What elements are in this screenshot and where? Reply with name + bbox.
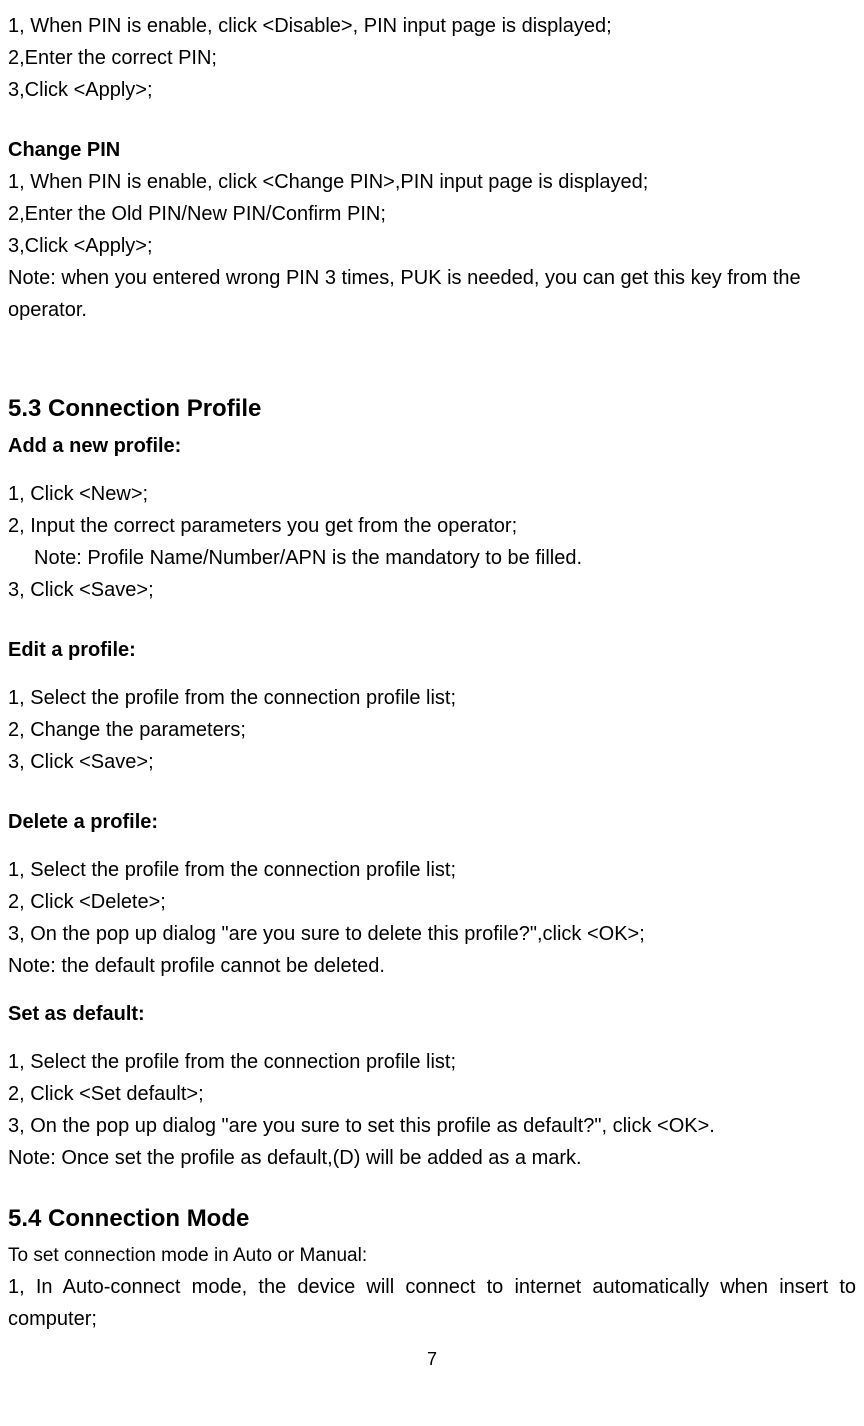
add-profile-step1: 1, Click <New>; bbox=[8, 478, 856, 510]
change-pin-step1: 1, When PIN is enable, click <Change PIN… bbox=[8, 166, 856, 198]
delete-profile-step2: 2, Click <Delete>; bbox=[8, 886, 856, 918]
edit-profile-step2: 2, Change the parameters; bbox=[8, 714, 856, 746]
add-profile-step2: 2, Input the correct parameters you get … bbox=[8, 510, 856, 542]
change-pin-title: Change PIN bbox=[8, 134, 856, 166]
pin-disable-step2: 2,Enter the correct PIN; bbox=[8, 42, 856, 74]
edit-profile-title: Edit a profile: bbox=[8, 634, 856, 666]
document-page: 1, When PIN is enable, click <Disable>, … bbox=[8, 10, 856, 1374]
page-number: 7 bbox=[8, 1345, 856, 1374]
delete-profile-step3: 3, On the pop up dialog "are you sure to… bbox=[8, 918, 856, 950]
add-profile-title: Add a new profile: bbox=[8, 430, 856, 462]
change-pin-note: Note: when you entered wrong PIN 3 times… bbox=[8, 262, 856, 326]
delete-profile-title: Delete a profile: bbox=[8, 806, 856, 838]
connection-mode-intro: To set connection mode in Auto or Manual… bbox=[8, 1241, 856, 1271]
pin-disable-step3: 3,Click <Apply>; bbox=[8, 74, 856, 106]
pin-disable-step1: 1, When PIN is enable, click <Disable>, … bbox=[8, 10, 856, 42]
add-profile-note: Note: Profile Name/Number/APN is the man… bbox=[8, 542, 856, 574]
set-default-note: Note: Once set the profile as default,(D… bbox=[8, 1142, 856, 1174]
change-pin-step2: 2,Enter the Old PIN/New PIN/Confirm PIN; bbox=[8, 198, 856, 230]
set-default-step1: 1, Select the profile from the connectio… bbox=[8, 1046, 856, 1078]
delete-profile-step1: 1, Select the profile from the connectio… bbox=[8, 854, 856, 886]
change-pin-step3: 3,Click <Apply>; bbox=[8, 230, 856, 262]
set-default-step2: 2, Click <Set default>; bbox=[8, 1078, 856, 1110]
add-profile-step3: 3, Click <Save>; bbox=[8, 574, 856, 606]
edit-profile-step1: 1, Select the profile from the connectio… bbox=[8, 682, 856, 714]
set-default-title: Set as default: bbox=[8, 998, 856, 1030]
set-default-step3: 3, On the pop up dialog "are you sure to… bbox=[8, 1110, 856, 1142]
connection-mode-step1: 1, In Auto-connect mode, the device will… bbox=[8, 1271, 856, 1335]
delete-profile-note: Note: the default profile cannot be dele… bbox=[8, 950, 856, 982]
edit-profile-step3: 3, Click <Save>; bbox=[8, 746, 856, 778]
connection-profile-heading: 5.3 Connection Profile bbox=[8, 390, 856, 428]
connection-mode-heading: 5.4 Connection Mode bbox=[8, 1200, 856, 1238]
